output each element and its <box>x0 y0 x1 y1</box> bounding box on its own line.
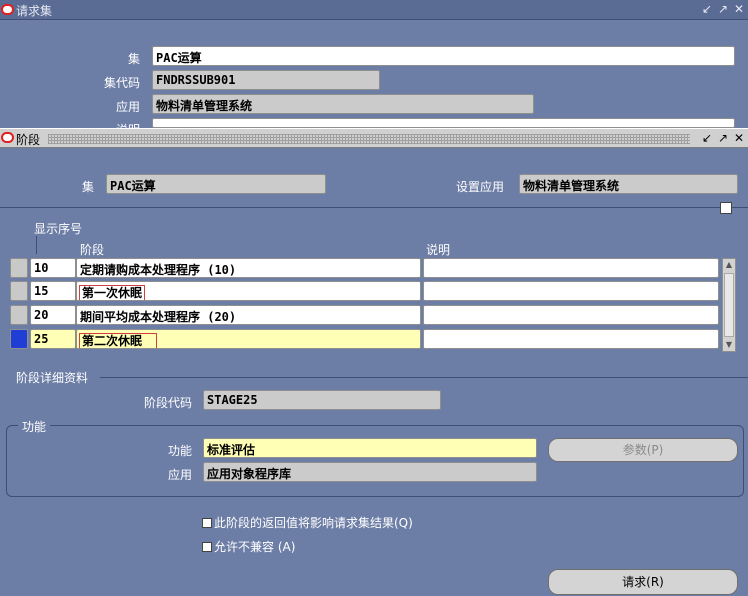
stage-code-label: 阶段代码 <box>143 396 192 410</box>
stage-cell-text: 第二次休眠 <box>78 333 158 348</box>
set-label: 集 <box>127 52 140 66</box>
set-code-label: 集代码 <box>103 76 140 90</box>
minimize-icon[interactable]: ↙ <box>700 131 714 145</box>
set-field[interactable]: PAC运算 <box>152 46 735 66</box>
detail-divider <box>100 377 748 378</box>
function-label: 功能 <box>167 444 192 458</box>
function-group-title: 功能 <box>18 418 51 435</box>
affects-result-checkbox[interactable]: 此阶段的返回值将影响请求集结果(Q) <box>202 514 413 531</box>
desc-col-header: 说明 <box>426 243 451 257</box>
app-field[interactable]: 物料清单管理系统 <box>152 94 534 114</box>
stage-detail-header: 阶段详细资料 <box>16 371 89 385</box>
setup-app-field[interactable]: 物料清单管理系统 <box>519 174 738 194</box>
minimize-icon[interactable]: ↙ <box>700 2 714 16</box>
desc-cell[interactable] <box>423 281 719 301</box>
stage-window-title: 阶段 <box>16 133 41 147</box>
stage-col-header: 阶段 <box>80 243 105 257</box>
display-seq-header: 显示序号 <box>34 222 83 236</box>
stage-titlebar[interactable]: 阶段 ↙ ↗ ✕ <box>0 128 748 148</box>
stage-code-field[interactable]: STAGE25 <box>203 390 441 410</box>
desc-field[interactable] <box>152 118 735 128</box>
stage-set-label: 集 <box>82 180 95 194</box>
close-icon[interactable]: ✕ <box>732 131 746 145</box>
affects-result-label: 此阶段的返回值将影响请求集结果(Q) <box>214 516 413 530</box>
row-selector[interactable] <box>10 305 28 325</box>
seq-cell[interactable]: 15 <box>30 281 76 301</box>
app-label: 应用 <box>115 100 140 114</box>
titlebar-grip <box>48 134 690 144</box>
scroll-down-icon[interactable]: ▼ <box>723 339 735 351</box>
row-selector[interactable] <box>10 258 28 278</box>
stage-cell[interactable]: 定期请购成本处理程序 (10) <box>76 258 421 278</box>
params-button[interactable]: 参数(P) <box>548 438 738 462</box>
header-checkbox[interactable] <box>720 202 732 214</box>
scroll-thumb[interactable] <box>724 273 734 337</box>
stage-cell[interactable]: 第二次休眠 <box>76 329 421 349</box>
stage-cell-text: 第一次休眠 <box>78 285 146 300</box>
row-selector-active[interactable] <box>10 329 28 349</box>
seq-cell[interactable]: 25 <box>30 329 76 349</box>
desc-cell[interactable] <box>423 258 719 278</box>
checkbox-box[interactable] <box>202 518 212 528</box>
table-scrollbar[interactable]: ▲ ▼ <box>722 258 736 352</box>
stage-cell[interactable]: 期间平均成本处理程序 (20) <box>76 305 421 325</box>
seq-header-tick <box>36 236 37 254</box>
desc-cell[interactable] <box>423 305 719 325</box>
seq-cell[interactable]: 20 <box>30 305 76 325</box>
allow-incompatible-label: 允许不兼容 (A) <box>214 540 296 554</box>
window-title: 请求集 <box>16 4 53 18</box>
stage-cell[interactable]: 第一次休眠 <box>76 281 421 301</box>
scroll-up-icon[interactable]: ▲ <box>723 259 735 271</box>
close-icon[interactable]: ✕ <box>732 2 746 16</box>
stage-window-controls: ↙ ↗ ✕ <box>700 131 746 145</box>
request-set-titlebar[interactable]: 请求集 ↙ ↗ ✕ <box>0 0 748 20</box>
function-field[interactable]: 标准评估 <box>203 438 537 458</box>
stage-set-field[interactable]: PAC运算 <box>106 174 326 194</box>
request-button[interactable]: 请求(R) <box>548 569 738 595</box>
checkbox-box[interactable] <box>202 542 212 552</box>
function-app-label: 应用 <box>167 468 192 482</box>
request-set-window: 请求集 ↙ ↗ ✕ 集 PAC运算 集代码 FNDRSSUB901 应用 物料清… <box>0 0 748 596</box>
oracle-logo-icon <box>1 4 14 15</box>
desc-label: 说明 <box>116 121 140 128</box>
set-code-field[interactable]: FNDRSSUB901 <box>152 70 380 90</box>
function-app-field[interactable]: 应用对象程序库 <box>203 462 537 482</box>
maximize-icon[interactable]: ↗ <box>716 2 730 16</box>
oracle-logo-icon <box>1 132 14 143</box>
row-selector[interactable] <box>10 281 28 301</box>
maximize-icon[interactable]: ↗ <box>716 131 730 145</box>
setup-app-label: 设置应用 <box>456 180 505 194</box>
window-controls: ↙ ↗ ✕ <box>700 2 746 16</box>
desc-cell[interactable] <box>423 329 719 349</box>
allow-incompatible-checkbox[interactable]: 允许不兼容 (A) <box>202 538 295 555</box>
header-divider <box>0 207 748 208</box>
seq-cell[interactable]: 10 <box>30 258 76 278</box>
